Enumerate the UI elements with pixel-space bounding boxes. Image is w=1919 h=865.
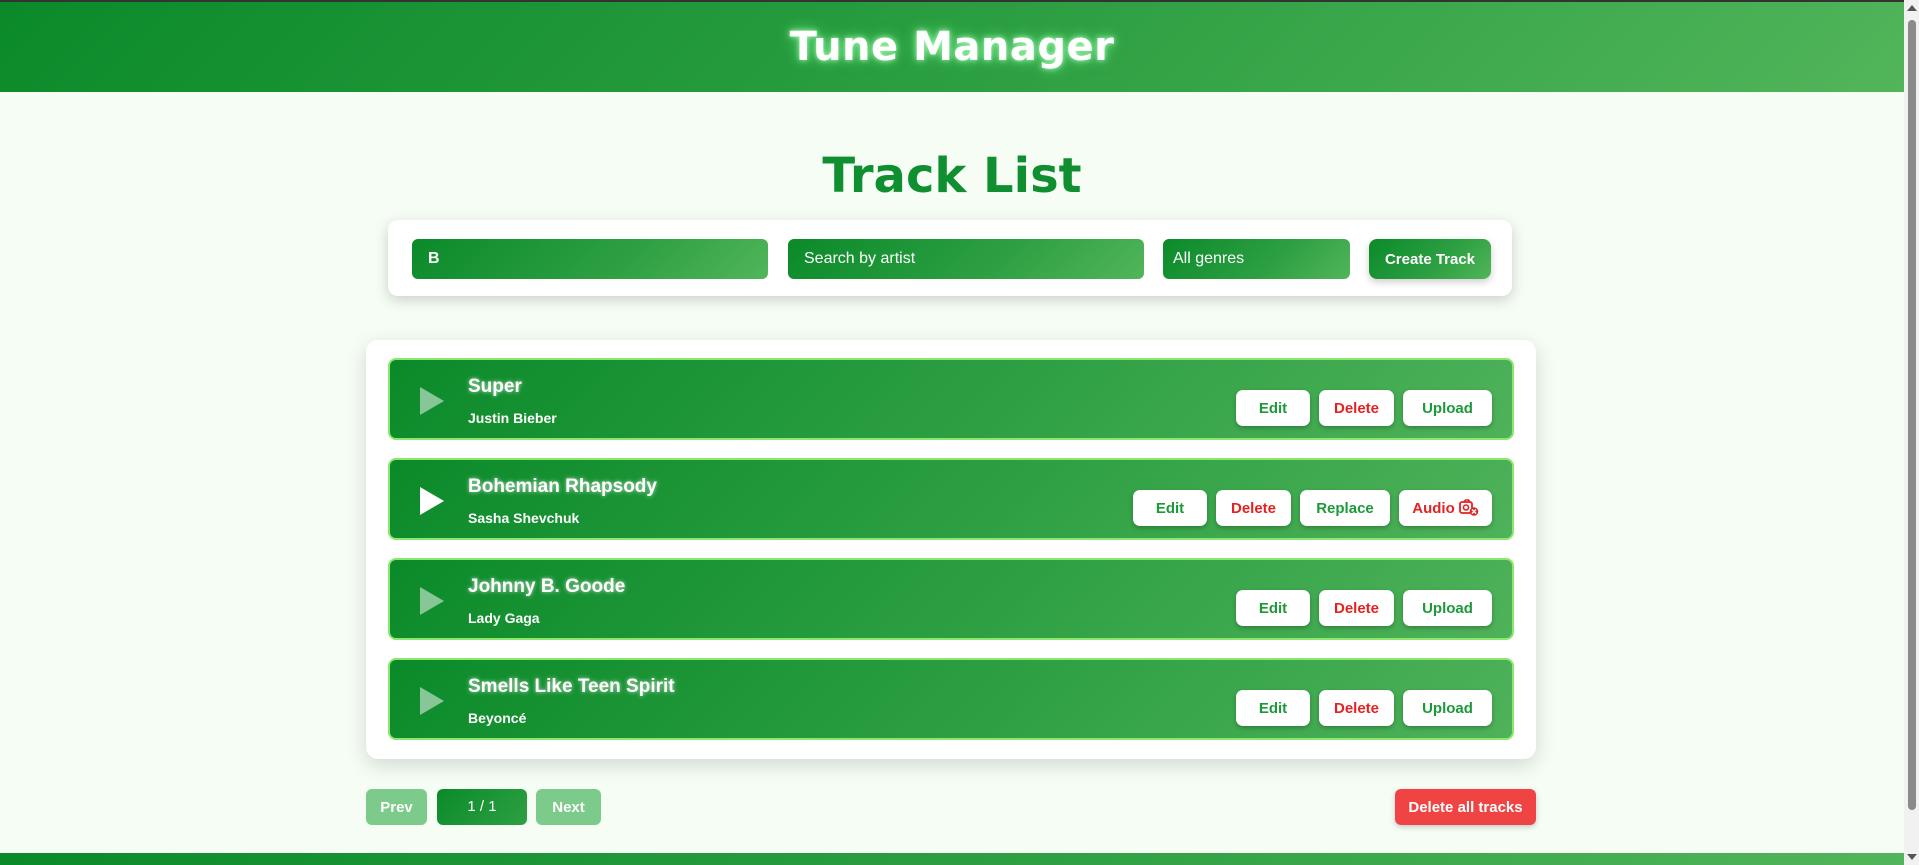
app-footer xyxy=(0,853,1904,865)
delete-button[interactable]: Delete xyxy=(1319,690,1394,726)
edit-button[interactable]: Edit xyxy=(1236,690,1310,726)
track-actions: Edit Delete Replace Audio xyxy=(1133,490,1492,526)
app-title: Tune Manager xyxy=(789,24,1115,70)
track-actions: Edit Delete Upload xyxy=(1236,590,1492,626)
track-title: Bohemian Rhapsody xyxy=(468,476,657,497)
create-track-button[interactable]: Create Track xyxy=(1369,239,1491,279)
edit-button[interactable]: Edit xyxy=(1236,590,1310,626)
prev-page-button[interactable]: Prev xyxy=(366,789,427,825)
track-row: Johnny B. Goode Lady Gaga Edit Delete Up… xyxy=(388,558,1514,640)
scroll-down-icon[interactable] xyxy=(1907,854,1917,860)
next-page-button[interactable]: Next xyxy=(536,789,601,825)
delete-button[interactable]: Delete xyxy=(1216,490,1291,526)
play-icon[interactable] xyxy=(420,487,444,515)
remove-audio-button[interactable]: Audio xyxy=(1399,490,1492,526)
edit-button[interactable]: Edit xyxy=(1133,490,1207,526)
audio-remove-icon xyxy=(1458,499,1479,516)
search-title-input[interactable] xyxy=(412,239,768,279)
page-indicator: 1 / 1 xyxy=(437,789,527,825)
search-artist-input[interactable] xyxy=(788,239,1144,279)
track-artist: Justin Bieber xyxy=(468,410,557,426)
track-row: Super Justin Bieber Edit Delete Upload xyxy=(388,358,1514,440)
track-title: Johnny B. Goode xyxy=(468,576,626,597)
upload-button[interactable]: Upload xyxy=(1403,590,1492,626)
replace-button[interactable]: Replace xyxy=(1300,490,1390,526)
upload-button[interactable]: Upload xyxy=(1403,390,1492,426)
app-header: Tune Manager xyxy=(0,2,1904,92)
upload-button[interactable]: Upload xyxy=(1403,690,1492,726)
page-title: Track List xyxy=(822,148,1082,204)
delete-all-tracks-button[interactable]: Delete all tracks xyxy=(1395,789,1536,825)
play-icon[interactable] xyxy=(420,687,444,715)
audio-label: Audio xyxy=(1412,499,1455,517)
track-row: Smells Like Teen Spirit Beyoncé Edit Del… xyxy=(388,658,1514,740)
genre-select[interactable]: All genres xyxy=(1163,239,1350,279)
track-artist: Sasha Shevchuk xyxy=(468,510,580,526)
scroll-up-icon[interactable] xyxy=(1907,5,1917,11)
edit-button[interactable]: Edit xyxy=(1236,390,1310,426)
track-artist: Beyoncé xyxy=(468,710,527,726)
track-title: Smells Like Teen Spirit xyxy=(468,676,675,697)
track-actions: Edit Delete Upload xyxy=(1236,690,1492,726)
track-title: Super xyxy=(468,376,522,397)
track-row: Bohemian Rhapsody Sasha Shevchuk Edit De… xyxy=(388,458,1514,540)
track-list: Super Justin Bieber Edit Delete Upload B… xyxy=(366,340,1536,759)
vertical-scrollbar[interactable] xyxy=(1904,0,1919,865)
track-artist: Lady Gaga xyxy=(468,610,540,626)
page: Tune Manager Track List All genres Creat… xyxy=(0,0,1904,865)
scrollbar-thumb[interactable] xyxy=(1908,20,1916,810)
play-icon[interactable] xyxy=(420,587,444,615)
track-actions: Edit Delete Upload xyxy=(1236,390,1492,426)
delete-button[interactable]: Delete xyxy=(1319,390,1394,426)
filter-toolbar: All genres Create Track xyxy=(388,220,1512,296)
delete-button[interactable]: Delete xyxy=(1319,590,1394,626)
play-icon[interactable] xyxy=(420,387,444,415)
